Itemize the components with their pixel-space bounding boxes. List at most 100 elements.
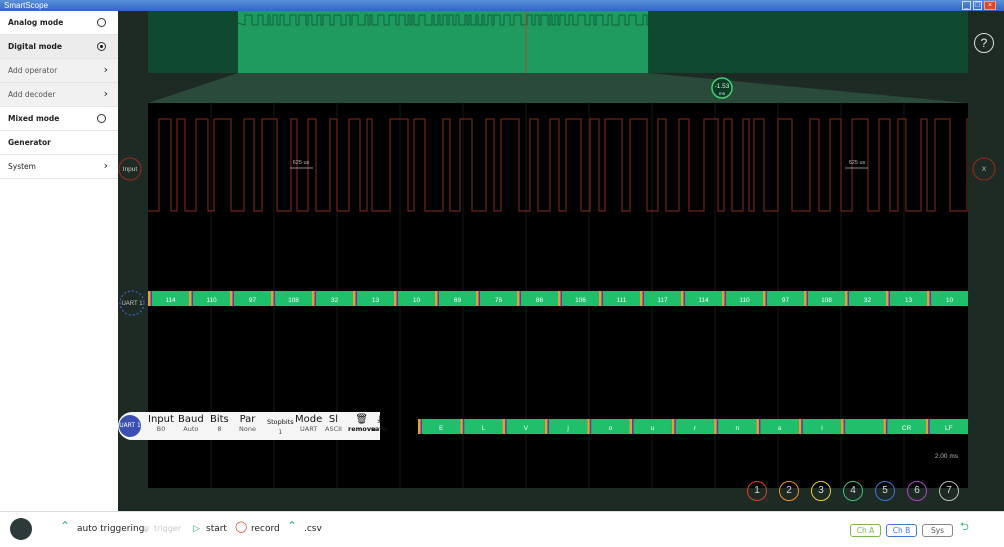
help-button[interactable]: ? (974, 33, 994, 53)
uart-start-bit (763, 291, 766, 306)
auto-triggering-button[interactable]: auto triggering (77, 522, 144, 536)
config-head: Stopbits (267, 418, 294, 426)
sidebar-item-generator[interactable]: Generator (0, 131, 118, 155)
ascii-value: o (609, 425, 613, 432)
uart-value: 10 (413, 297, 421, 304)
config-stopbits[interactable]: Stopbits 1 (267, 417, 294, 437)
uart-value: 110 (739, 297, 750, 304)
ascii-stop-bit (547, 419, 549, 434)
sidebar-item-add-operator[interactable]: Add operator › (0, 59, 118, 83)
close-button[interactable]: × (984, 1, 996, 10)
uart-stop-bit (478, 291, 480, 306)
channel-badge-5[interactable]: 5 (875, 481, 895, 501)
ascii-start-bit (714, 419, 717, 434)
ascii-value: CR (902, 425, 912, 432)
sidebar-item-label: Add operator (8, 66, 58, 75)
app-logo-icon[interactable] (10, 518, 32, 540)
uart-stop-bit (683, 291, 685, 306)
radio-off-icon[interactable] (97, 114, 106, 123)
uart-stop-bit (642, 291, 644, 306)
config-head: Bits (210, 414, 229, 425)
channel-badge-6[interactable]: 6 (907, 481, 927, 501)
uart-start-bit (517, 291, 520, 306)
config-mode[interactable]: Mode UART (295, 414, 322, 434)
uart-start-bit (312, 291, 315, 306)
config-value: UART (300, 425, 318, 433)
ascii-value: u (651, 425, 655, 432)
uart-label: UART 1 (121, 301, 143, 307)
channel-badge-1[interactable]: 1 (747, 481, 767, 501)
uart-start-bit (681, 291, 684, 306)
uart-stop-bit (560, 291, 562, 306)
record-icon: ◯ (235, 520, 248, 533)
config-baud[interactable]: Baud Auto (178, 414, 204, 434)
ascii-start-bit (544, 419, 548, 434)
config-bits[interactable]: Bits 8 (210, 414, 229, 434)
uart-badge[interactable]: UART 1 (119, 415, 141, 437)
sidebar-item-label: Add decoder (8, 90, 56, 99)
config-head: Sl (328, 414, 339, 425)
sidebar-item-add-decoder[interactable]: Add decoder › (0, 83, 118, 107)
radio-off-icon[interactable] (97, 18, 106, 27)
ascii-start-bit (629, 419, 633, 434)
radio-on-icon[interactable] (97, 42, 106, 51)
sidebar-item-digital-mode[interactable]: Digital mode (0, 35, 118, 59)
record-button[interactable]: record (251, 522, 280, 536)
channel-badge-4[interactable]: 4 (843, 481, 863, 501)
sidebar-item-analog-mode[interactable]: Analog mode (0, 11, 118, 35)
ascii-value: E (439, 425, 444, 432)
title-bar: SmartScope _ □ × (0, 0, 1004, 11)
channel-badge-3[interactable]: 3 (811, 481, 831, 501)
uart-value: 117 (657, 297, 668, 304)
uart-stop-bit (191, 291, 193, 306)
uart-start-bit (722, 291, 725, 306)
config-sl[interactable]: Sl ASCII (325, 414, 342, 434)
maximize-button[interactable]: □ (973, 1, 982, 10)
download-icon: ⤓ (377, 414, 382, 425)
channel-b-button[interactable]: Ch B (886, 524, 917, 537)
chevron-right-icon: › (103, 87, 108, 100)
sidebar-item-mixed-mode[interactable]: Mixed mode (0, 107, 118, 131)
uart-value: 69 (454, 297, 462, 304)
csv-button[interactable]: .csv (304, 522, 322, 536)
ascii-start-bit (756, 419, 759, 434)
uart-stop-bit (724, 291, 726, 306)
uart-stop-bit (396, 291, 398, 306)
uart-start-bit (230, 291, 233, 306)
uart-value: 106 (575, 297, 586, 304)
config-parity[interactable]: Par None (239, 414, 256, 434)
sidebar: Analog mode Digital mode Add operator › … (0, 11, 118, 511)
trigger-icon: ψ (143, 524, 149, 534)
ascii-row: E L Vj o u r n a l CR LF (418, 419, 968, 434)
ascii-start-bit (883, 419, 886, 434)
start-button[interactable]: start (206, 522, 227, 536)
save-label: save (371, 425, 388, 433)
config-input[interactable]: Input B0 (148, 414, 174, 434)
ascii-value: LF (945, 425, 953, 432)
uart-value: 97 (782, 297, 790, 304)
trigger-button[interactable]: trigger (154, 522, 181, 536)
minimize-button[interactable]: _ (962, 1, 971, 10)
channel-badge-2[interactable]: 2 (779, 481, 799, 501)
uart-value: 111 (617, 297, 627, 304)
uart-start-bit (845, 291, 848, 306)
config-value: None (239, 425, 256, 433)
uart-value: 32 (331, 297, 339, 304)
ascii-start-bit (798, 419, 802, 434)
system-button[interactable]: Sys (922, 524, 953, 537)
channel-badge-7[interactable]: 7 (939, 481, 959, 501)
save-button[interactable]: ⤓ save (371, 414, 388, 434)
channel-a-button[interactable]: Ch A (850, 524, 881, 537)
uart-start-bit (189, 291, 192, 306)
ascii-value: a (778, 425, 782, 432)
uart-stop-bit (601, 291, 603, 306)
ascii-start-bit (460, 419, 463, 434)
sidebar-item-label: Analog mode (8, 18, 64, 27)
config-value: 8 (217, 425, 222, 433)
decoder-config-panel[interactable]: UART 1 Input B0 Baud Auto Bits 8 Par Non… (118, 412, 388, 440)
sidebar-item-system[interactable]: System › (0, 155, 118, 179)
uart-start-bit (640, 291, 643, 306)
ascii-stop-bit (801, 419, 803, 434)
chevron-up-icon: ⌃ (287, 519, 298, 533)
ascii-cell (798, 419, 842, 434)
